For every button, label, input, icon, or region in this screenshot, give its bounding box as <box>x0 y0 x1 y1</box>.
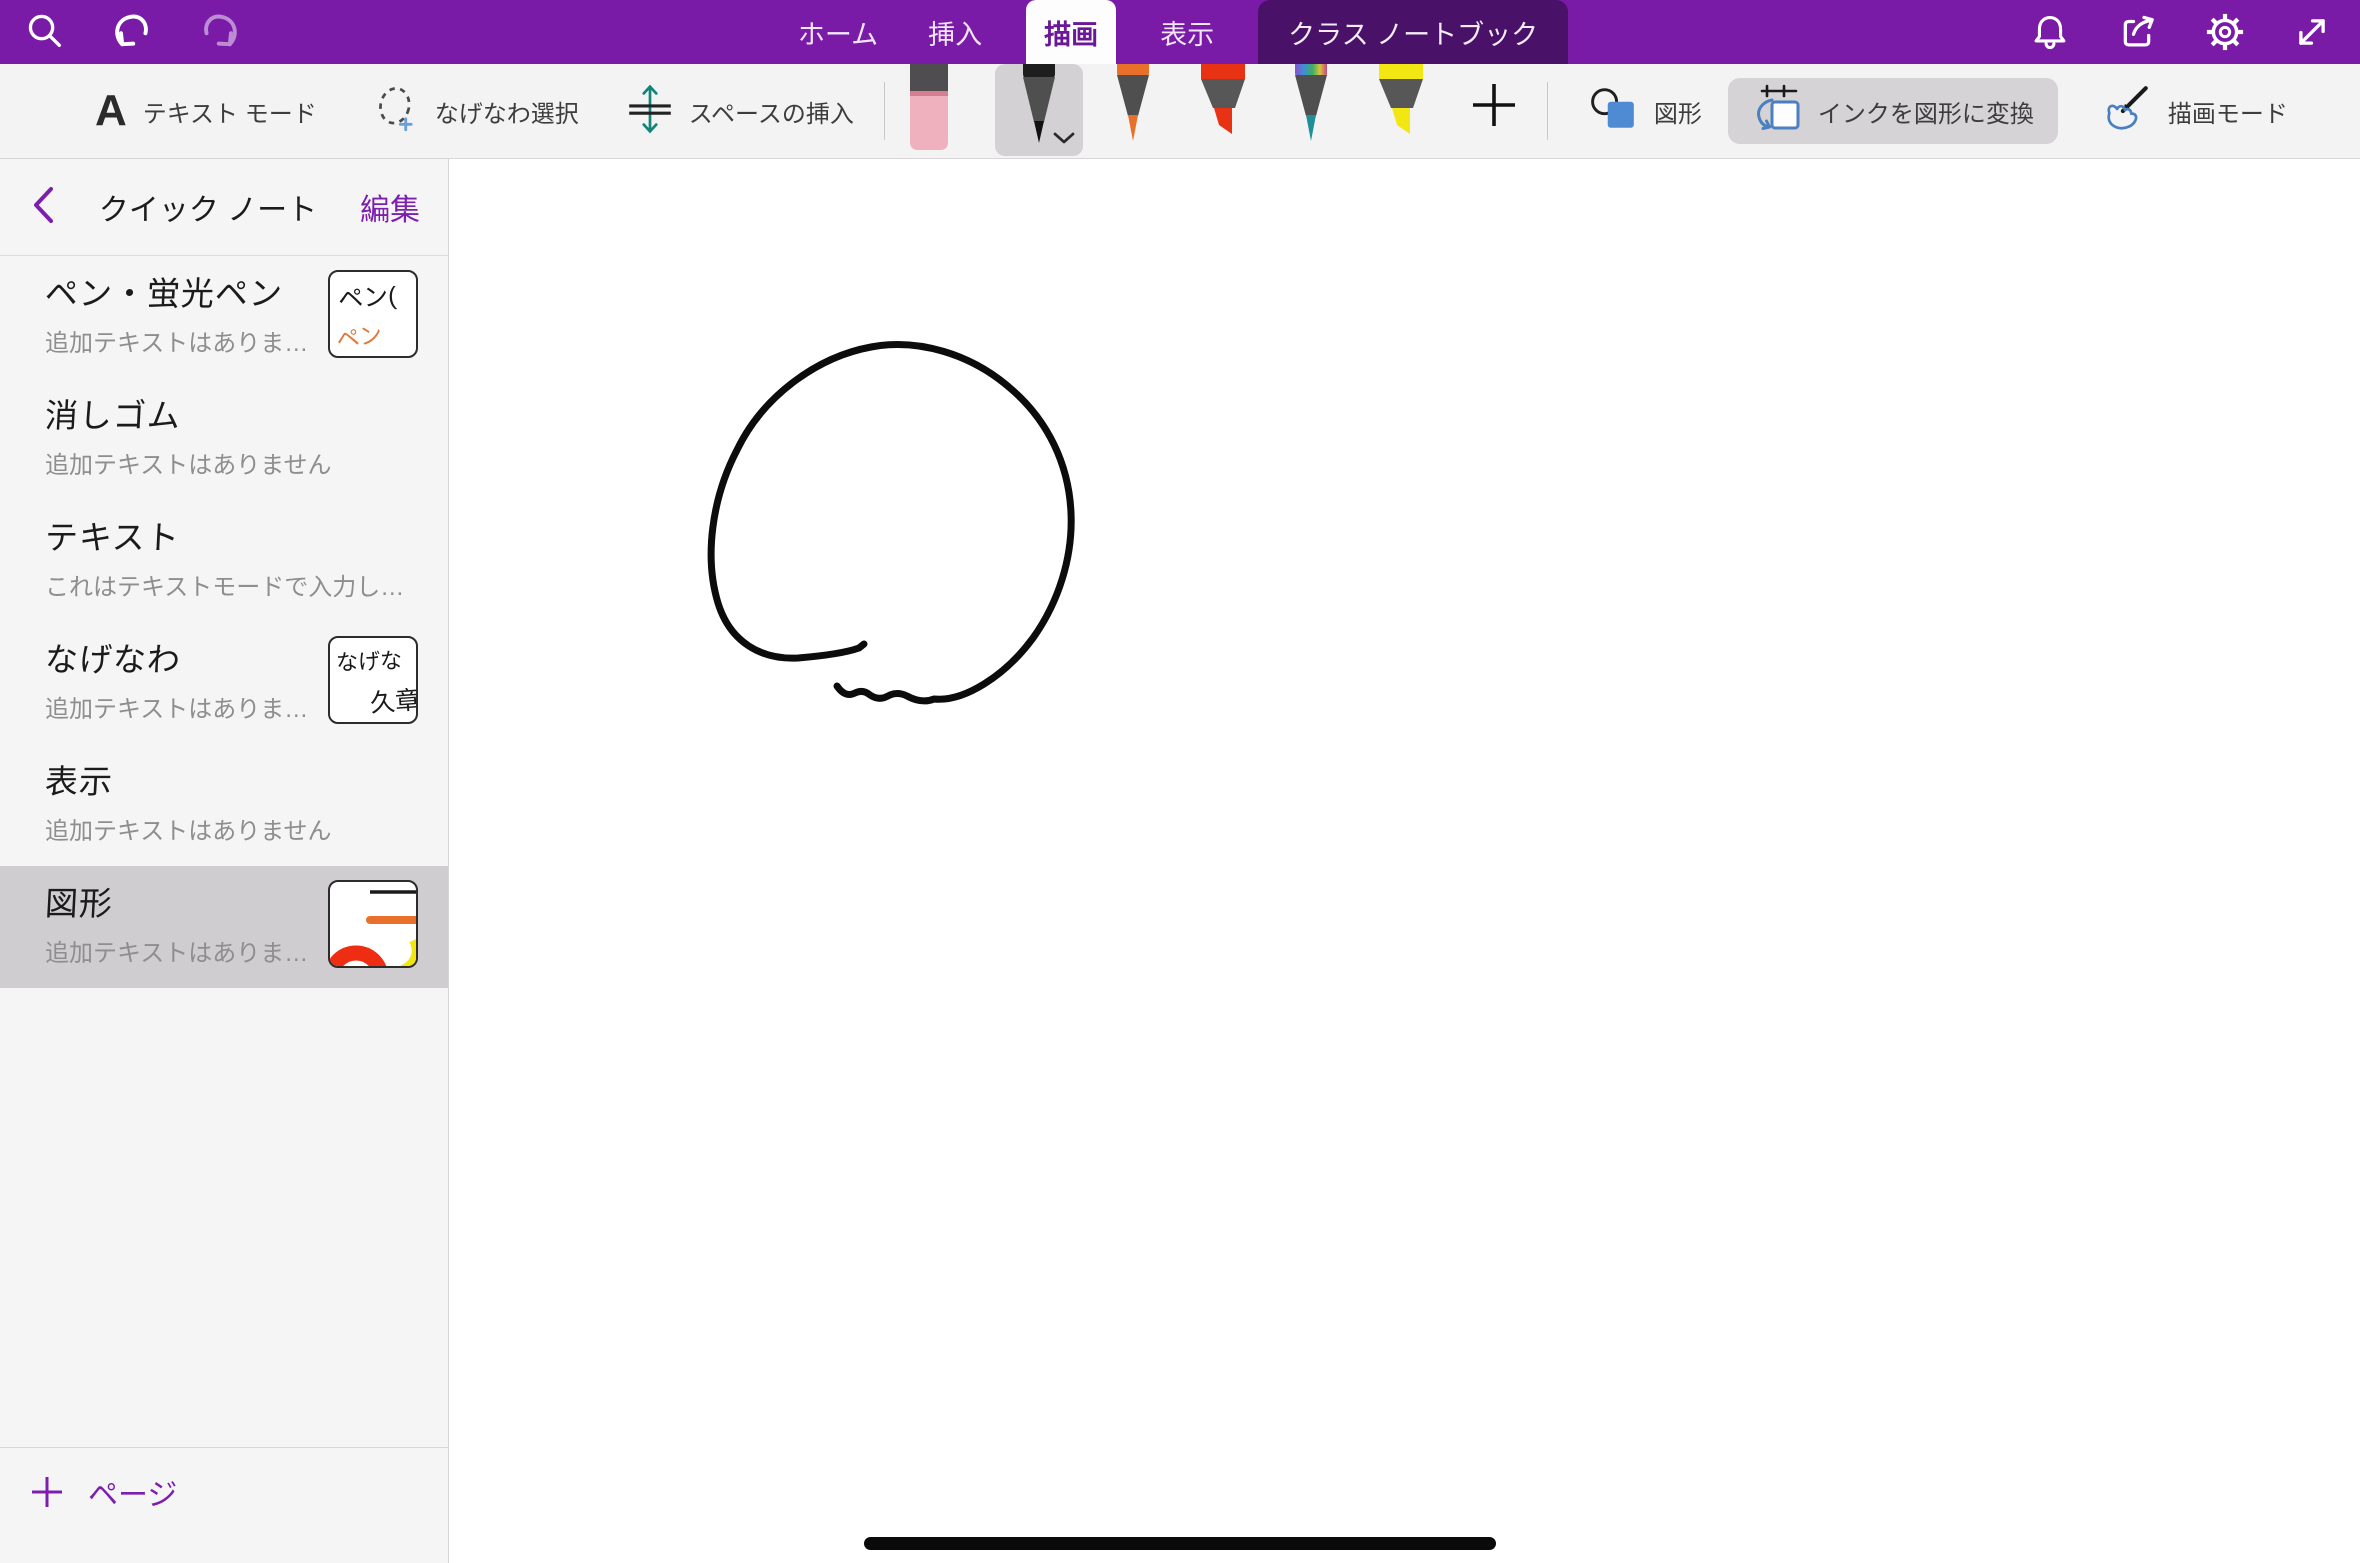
page-row-eraser[interactable]: 消しゴム 追加テキストはありません <box>0 378 448 500</box>
edit-button[interactable]: 編集 <box>360 185 420 229</box>
eraser-tool[interactable] <box>907 64 951 157</box>
shapes-icon <box>1590 87 1638 136</box>
yellow-highlighter-tool[interactable] <box>1377 64 1425 149</box>
sidebar-header: クイック ノート 編集 <box>0 159 448 256</box>
top-app-bar: ホーム 挿入 描画 表示 クラス ノートブック <box>0 0 2360 64</box>
convert-ink-to-shape-button[interactable]: インクを図形に変換 <box>1728 78 2058 144</box>
page-list-sidebar: クイック ノート 編集 ペン・蛍光ペン 追加テキストはありま… ペン( ペン 消… <box>0 159 449 1563</box>
ribbon-tabs: ホーム 挿入 描画 表示 クラス ノートブック <box>420 0 1940 64</box>
settings-gear-icon[interactable] <box>2204 11 2246 53</box>
pen-rail <box>907 64 1517 159</box>
add-pen-button[interactable] <box>1471 82 1517 133</box>
lasso-select-button[interactable]: なげなわ選択 <box>375 85 579 138</box>
page-row-view[interactable]: 表示 追加テキストはありません <box>0 744 448 866</box>
share-icon[interactable] <box>2116 11 2158 53</box>
page-row-lasso[interactable]: なげなわ 追加テキストはありま… なげな 久章 <box>0 622 448 744</box>
add-page-button[interactable]: ページ <box>30 1470 177 1514</box>
chevron-down-icon[interactable] <box>1053 132 1075 150</box>
undo-icon[interactable] <box>110 10 154 54</box>
red-highlighter-tool[interactable] <box>1199 64 1247 149</box>
shapes-button[interactable]: 図形 <box>1590 87 1702 136</box>
topbar-left-group <box>0 0 420 64</box>
page-thumbnail: なげな 久章 <box>328 636 418 724</box>
back-chevron-icon[interactable] <box>30 185 56 230</box>
tab-home[interactable]: ホーム <box>792 0 884 64</box>
tab-view[interactable]: 表示 <box>1154 0 1220 64</box>
notifications-bell-icon[interactable] <box>2030 12 2070 52</box>
notebook-section-title: クイック ノート <box>56 185 360 229</box>
draw-toolbar: A テキスト モード なげなわ選択 スペースの挿入 <box>0 64 2360 159</box>
plus-icon <box>30 1475 64 1509</box>
text-mode-button[interactable]: A テキスト モード <box>95 89 317 133</box>
toolbar-divider <box>1547 82 1548 140</box>
insert-space-button[interactable]: スペースの挿入 <box>627 83 854 140</box>
text-mode-a-icon: A <box>95 89 127 133</box>
page-row-shapes-selected[interactable]: 図形 追加テキストはありま… <box>0 866 448 988</box>
onenote-app: ホーム 挿入 描画 表示 クラス ノートブック <box>0 0 2360 1563</box>
galaxy-pen-tool[interactable] <box>1289 64 1333 151</box>
page-row-text[interactable]: テキスト これはテキストモードで入力し… <box>0 500 448 622</box>
lasso-icon <box>375 85 419 138</box>
page-thumbnail <box>328 880 418 968</box>
tab-class-notebook[interactable]: クラス ノートブック <box>1258 0 1568 64</box>
draw-mode-hand-pen-icon <box>2100 85 2152 138</box>
search-icon[interactable] <box>26 12 66 52</box>
page-list: ペン・蛍光ペン 追加テキストはありま… ペン( ペン 消しゴム 追加テキストはあ… <box>0 256 448 1447</box>
orange-pen-tool[interactable] <box>1111 64 1155 151</box>
page-thumbnail: ペン( ペン <box>328 270 418 358</box>
tab-insert[interactable]: 挿入 <box>922 0 988 64</box>
toolbar-divider <box>884 82 885 140</box>
draw-mode-button[interactable]: 描画モード <box>2100 85 2288 138</box>
black-pen-tool-selected[interactable] <box>995 64 1083 156</box>
page-row-pen-highlighter[interactable]: ペン・蛍光ペン 追加テキストはありま… ペン( ペン <box>0 256 448 378</box>
fullscreen-expand-icon[interactable] <box>2292 12 2332 52</box>
app-body: クイック ノート 編集 ペン・蛍光ペン 追加テキストはありま… ペン( ペン 消… <box>0 159 2360 1563</box>
drawing-canvas[interactable] <box>449 159 2360 1563</box>
home-indicator[interactable] <box>864 1537 1496 1550</box>
tab-draw[interactable]: 描画 <box>1026 0 1116 64</box>
redo-icon <box>198 10 242 54</box>
topbar-right-group <box>1940 0 2360 64</box>
sidebar-footer: ページ <box>0 1447 448 1563</box>
insert-space-icon <box>627 83 673 140</box>
convert-ink-icon <box>1752 84 1802 139</box>
ink-stroke-circle <box>449 159 2360 1563</box>
